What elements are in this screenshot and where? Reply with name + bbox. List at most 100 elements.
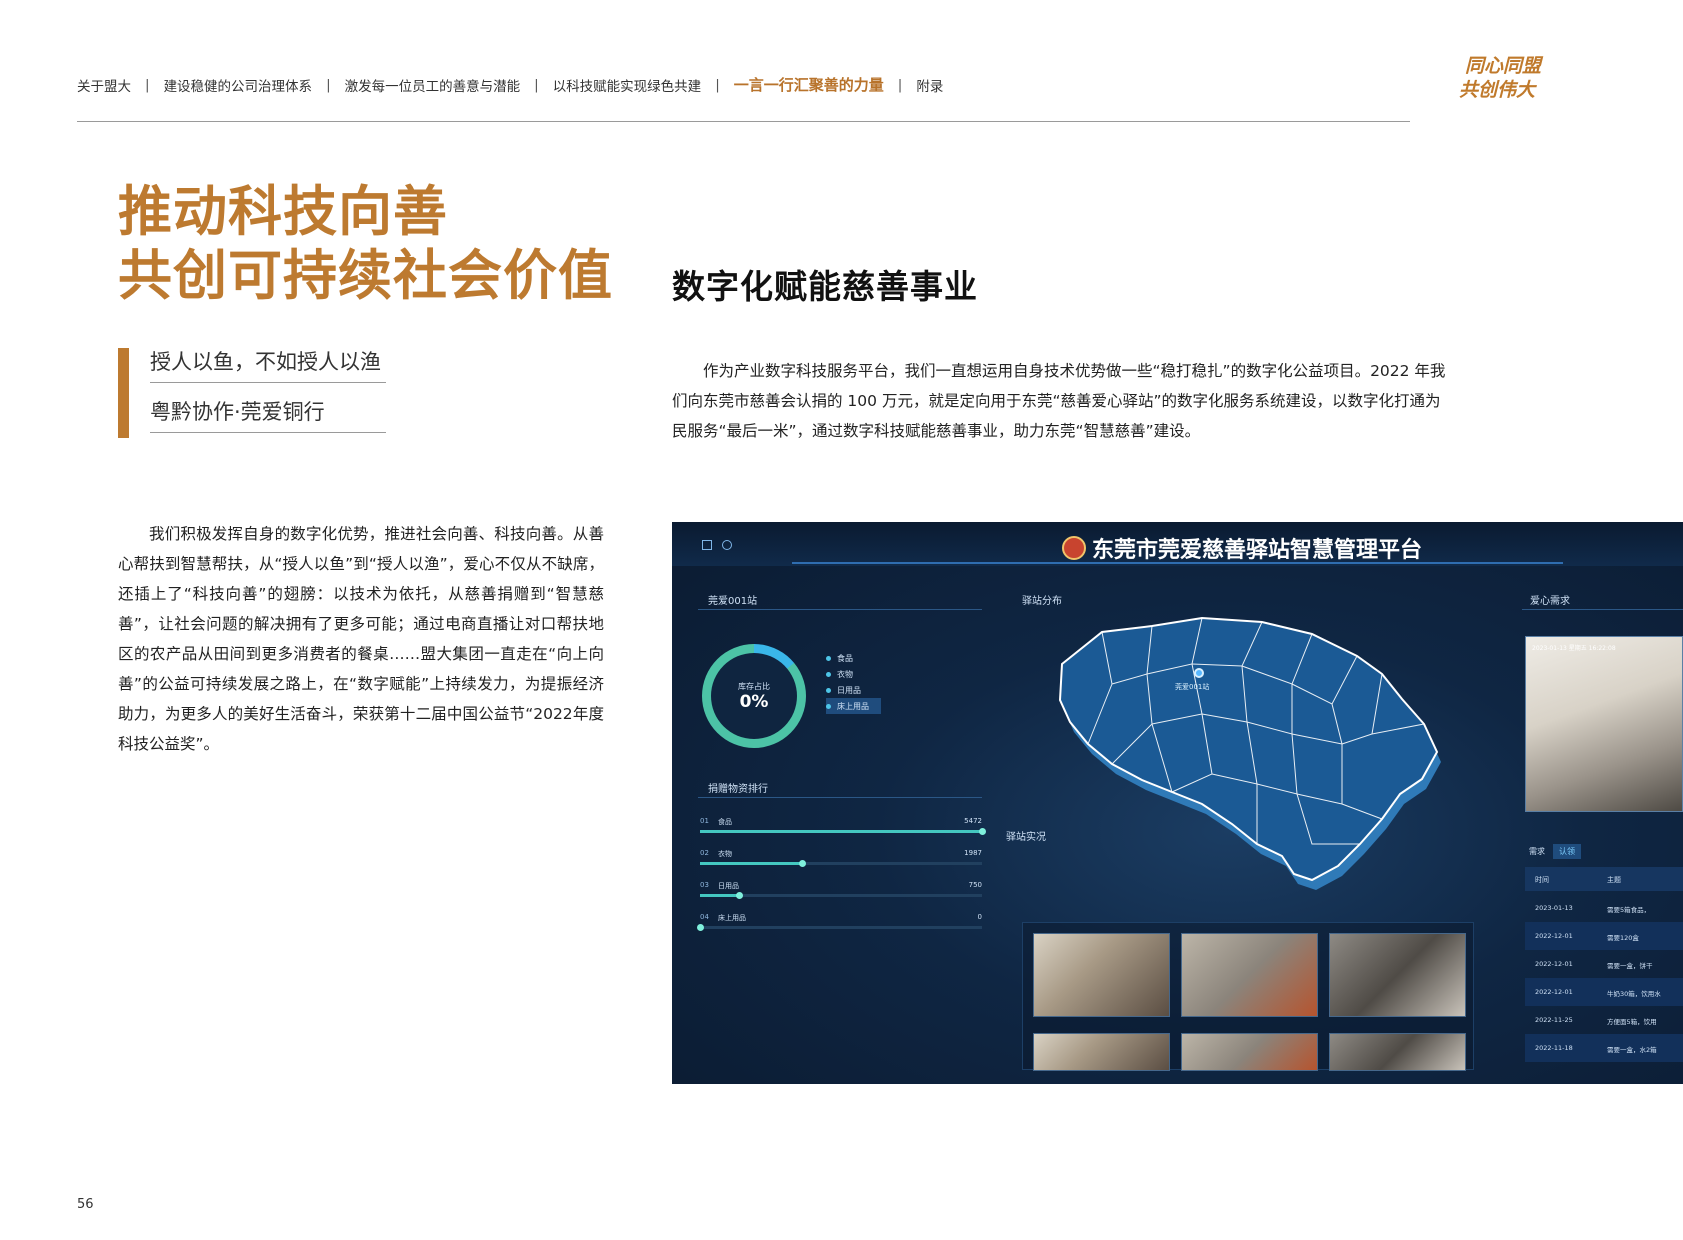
table-row[interactable]: 2022-12-01 需要一盒，饼干 (1525, 950, 1683, 978)
ranking-knob (736, 892, 744, 899)
page-number: 56 (77, 1197, 94, 1212)
ranking-track (700, 860, 982, 867)
ranking-row: 01 食品 5472 (700, 817, 986, 847)
legend-label: 衣物 (837, 669, 853, 679)
slogan-line-2: 共创伟大 (1459, 79, 1536, 101)
demand-table-header: 时间 主题 (1525, 867, 1683, 891)
table-row[interactable]: 2022-12-01 牛奶30箱，饮用水 (1525, 978, 1683, 1006)
ranking-track (700, 892, 982, 899)
nav-item-charity-active[interactable]: 一言一行汇聚善的力量 (734, 74, 884, 95)
ranking-row: 04 床上用品 0 (697, 913, 982, 943)
ranking-name: 食品 (718, 818, 732, 826)
nav-item-governance[interactable]: 建设稳健的公司治理体系 (164, 75, 313, 95)
table-cell-subject: 牛奶30箱，饮用水 (1607, 990, 1661, 998)
page-title: 推动科技向善 共创可持续社会价值 (118, 180, 613, 308)
table-cell-date: 2022-12-01 (1535, 932, 1573, 940)
ranking-track (697, 924, 982, 931)
ranking-knob (979, 828, 986, 835)
ranking-knob (798, 860, 806, 867)
table-row[interactable]: 2022-11-18 需要一盒，水2箱 (1525, 1034, 1683, 1062)
table-cell-subject: 需要5箱食品， (1607, 906, 1651, 914)
nav-item-employees[interactable]: 激发每一位员工的善意与潜能 (345, 75, 521, 95)
table-cell-subject: 方便面5箱，饮用 (1607, 1018, 1657, 1026)
legend-dot (826, 687, 831, 693)
nav-item-green[interactable]: 以科技赋能实现绿色共建 (553, 75, 702, 95)
ring-value: 0% (739, 691, 769, 712)
ranking-name: 衣物 (718, 850, 732, 858)
header-divider (77, 121, 1410, 122)
ranking-value: 0 (977, 913, 982, 921)
table-header-time: 时间 (1535, 876, 1549, 884)
subtitle-2: 粤黔协作·莞爱铜行 (150, 396, 386, 433)
home-icon (702, 540, 712, 550)
legend-dot (826, 671, 831, 677)
station-photo: 2023-01-13 星期五 16:22:08 (1525, 636, 1683, 812)
charity-emblem-icon (1062, 536, 1086, 560)
nav-item-appendix[interactable]: 附录 (916, 75, 943, 95)
legend-item-daily[interactable]: 日用品 (826, 682, 881, 698)
camera-feed-4[interactable] (1033, 1033, 1170, 1071)
camera-grid (1022, 922, 1474, 1071)
panel-label-love: 爱心需求 (1530, 596, 1570, 607)
table-row[interactable]: 2023-01-13 需要5箱食品， (1525, 894, 1683, 922)
legend-item-food[interactable]: 食品 (826, 650, 881, 666)
table-row[interactable]: 2022-11-25 方便面5箱，饮用 (1525, 1006, 1683, 1034)
dashboard-title: 东莞市莞爱慈善驿站智慧管理平台 (1092, 538, 1423, 563)
legend-label: 食品 (837, 653, 853, 663)
panel-label-live: 驿站实况 (1006, 832, 1046, 843)
ring-legend: 食品 衣物 日用品 床上用品 (826, 650, 881, 714)
camera-feed-1[interactable] (1033, 933, 1170, 1017)
camera-feed-6[interactable] (1329, 1033, 1466, 1071)
map-pin-label: 莞爱001站 (1175, 683, 1210, 691)
ranking-row: 02 衣物 1987 (700, 849, 982, 879)
left-body-paragraph: 我们积极发挥自身的数字化优势，推进社会向善、科技向善。从善心帮扶到智慧帮扶，从“… (118, 525, 604, 753)
ranking-no: 04 (700, 913, 709, 921)
nav-separator: | (715, 76, 720, 93)
table-cell-subject: 需要一盒，水2箱 (1607, 1046, 1657, 1054)
ranking-fill (700, 862, 802, 865)
legend-label: 日用品 (837, 685, 861, 695)
right-body-paragraph: 作为产业数字科技服务平台，我们一直想运用自身技术优势做一些“稳打稳扎”的数字化公… (672, 362, 1446, 440)
photo-timestamp: 2023-01-13 星期五 16:22:08 (1532, 645, 1616, 652)
nav-separator: | (326, 76, 331, 93)
camera-feed-3[interactable] (1329, 933, 1466, 1017)
camera-feed-2[interactable] (1181, 933, 1318, 1017)
dongguan-map (1058, 616, 1441, 890)
slogan: 同心同盟 共创伟大 (1459, 54, 1542, 102)
table-cell-date: 2022-11-18 (1535, 1044, 1573, 1052)
table-row[interactable]: 2022-12-01 需要120盒 (1525, 922, 1683, 950)
ranking-row: 03 日用品 750 (700, 881, 982, 911)
nav-item-about[interactable]: 关于盟大 (77, 75, 131, 95)
panel-divider (1522, 609, 1683, 610)
tab-demand[interactable]: 需求 (1529, 846, 1545, 857)
ring-center: 库存占比 0% (711, 653, 797, 739)
stock-ring-chart: 库存占比 0% (702, 644, 806, 748)
panel-label-ranking: 捐赠物资排行 (708, 784, 768, 795)
section-title: 数字化赋能慈善事业 (672, 267, 978, 306)
table-header-subject: 主题 (1607, 876, 1621, 884)
legend-dot (826, 655, 831, 661)
ranking-no: 03 (700, 881, 709, 889)
table-cell-date: 2022-12-01 (1535, 988, 1573, 996)
ring-caption: 库存占比 (738, 681, 770, 691)
legend-item-clothes[interactable]: 衣物 (826, 666, 881, 682)
slogan-line-1: 同心同盟 (1465, 55, 1542, 77)
map-pin-icon[interactable] (1194, 668, 1204, 678)
subtitle-1: 授人以鱼，不如授人以渔 (150, 346, 386, 383)
legend-item-bedding[interactable]: 床上用品 (826, 698, 881, 714)
panel-divider (698, 797, 982, 798)
camera-feed-5[interactable] (1181, 1033, 1318, 1071)
table-cell-date: 2022-11-25 (1535, 1016, 1573, 1024)
table-cell-date: 2023-01-13 (1535, 904, 1573, 912)
page-title-line-1: 推动科技向善 (118, 180, 448, 243)
nav-separator: | (145, 76, 150, 93)
ranking-fill (700, 894, 740, 897)
ranking-no: 02 (700, 849, 709, 857)
ranking-value: 1987 (964, 849, 982, 857)
table-cell-subject: 需要120盒 (1607, 934, 1639, 942)
page-title-line-2: 共创可持续社会价值 (118, 244, 613, 307)
location-icon (722, 540, 732, 550)
nav-separator: | (897, 76, 903, 93)
demand-tabs: 需求 认领 (1529, 844, 1589, 859)
tab-claim[interactable]: 认领 (1553, 844, 1581, 859)
